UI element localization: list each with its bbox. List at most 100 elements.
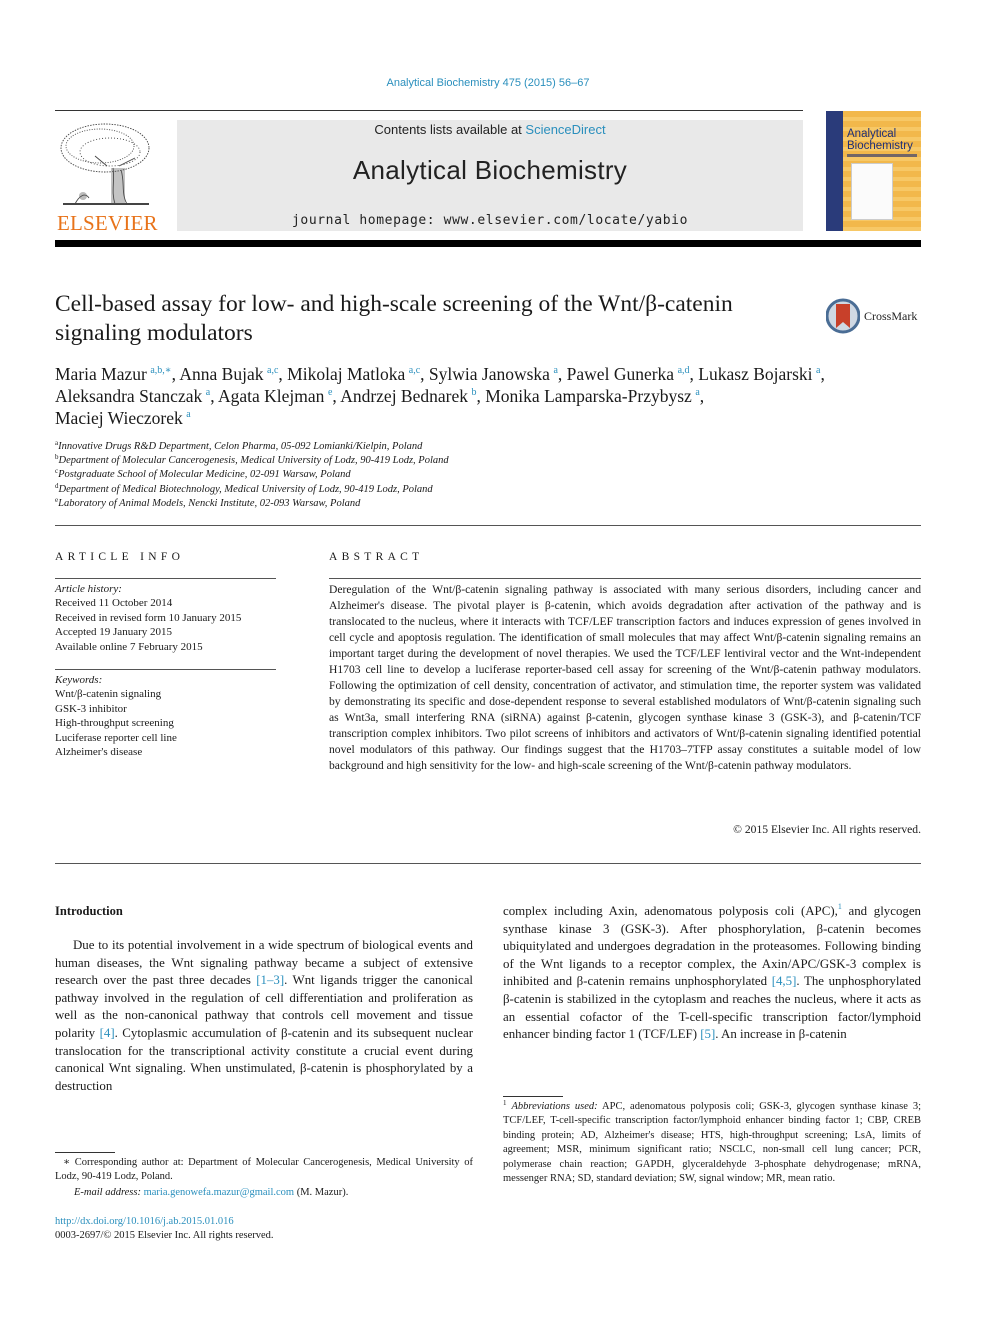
email-suffix: (M. Mazur).	[294, 1187, 349, 1198]
elsevier-tree-icon	[60, 123, 150, 205]
author-list: Maria Mazur a,b,∗, Anna Bujak a,c, Mikol…	[55, 363, 935, 429]
article-history: Article history: Received 11 October 201…	[55, 582, 280, 654]
crossmark-button[interactable]: CrossMark	[826, 298, 926, 334]
cover-title-line1: Analytical	[847, 128, 897, 140]
abbreviations-footnote: 1 Abbreviations used: APC, adenomatous p…	[503, 1100, 921, 1186]
citation-link[interactable]: [5]	[700, 1027, 715, 1041]
issn-copyright: 0003-2697/© 2015 Elsevier Inc. All right…	[55, 1230, 274, 1241]
journal-masthead: Contents lists available at ScienceDirec…	[177, 120, 803, 231]
abstract-body: Deregulation of the Wnt/β-catenin signal…	[329, 583, 921, 772]
cover-title-line2: Biochemistry	[847, 140, 913, 152]
author-name[interactable]: Anna Bujak	[179, 364, 263, 384]
citation-link[interactable]: [4,5]	[772, 974, 797, 988]
section-heading-introduction: Introduction	[55, 904, 123, 918]
affiliation-item: dDepartment of Medical Biotechnology, Me…	[55, 482, 755, 497]
footnote-rule	[55, 1152, 115, 1153]
body-text: complex including Axin, adenomatous poly…	[503, 904, 838, 918]
body-text: . An increase in β-catenin	[715, 1027, 847, 1042]
article-info-heading: ARTICLE INFO	[55, 551, 185, 563]
cover-spine	[826, 111, 843, 231]
history-label: Article history:	[55, 583, 122, 595]
history-item: Available online 7 February 2015	[55, 640, 203, 653]
affiliation-item: eLaboratory of Animal Models, Nencki Ins…	[55, 496, 755, 511]
author-separator: ,	[278, 364, 288, 384]
author-separator: ,	[210, 386, 218, 406]
author-name[interactable]: Lukasz Bojarski	[698, 364, 812, 384]
abstract-copyright: © 2015 Elsevier Inc. All rights reserved…	[733, 823, 921, 836]
email-line: E-mail address: maria.genowefa.mazur@gma…	[74, 1186, 474, 1200]
elsevier-logo[interactable]: ELSEVIER	[55, 118, 158, 236]
article-title: Cell-based assay for low- and high-scale…	[55, 291, 733, 346]
divider	[55, 578, 276, 579]
affiliation-item: aInnovative Drugs R&D Department, Celon …	[55, 440, 755, 454]
keyword-item: Wnt/β-catenin signaling	[55, 688, 162, 701]
email-label: E-mail address:	[74, 1187, 144, 1198]
affiliation-marker[interactable]: a	[186, 409, 190, 420]
divider	[55, 525, 921, 526]
doi-link[interactable]: http://dx.doi.org/10.1016/j.ab.2015.01.0…	[55, 1216, 234, 1227]
history-item: Received in revised form 10 January 2015	[55, 611, 242, 624]
sciencedirect-link[interactable]: ScienceDirect	[525, 122, 605, 137]
author-name[interactable]: Agata Klejman	[218, 386, 324, 406]
keyword-item: GSK-3 inhibitor	[55, 702, 127, 715]
journal-name: Analytical Biochemistry	[352, 155, 628, 185]
author-name[interactable]: Andrzej Bednarek	[340, 386, 468, 406]
journal-homepage[interactable]: journal homepage: www.elsevier.com/locat…	[177, 213, 803, 228]
header-thick-rule	[55, 240, 921, 247]
cover-subtitle	[847, 154, 917, 157]
affiliation-text: Department of Medical Biotechnology, Med…	[58, 483, 433, 495]
affiliation-marker[interactable]: a,c	[267, 365, 278, 376]
affiliation-text: Innovative Drugs R&D Department, Celon P…	[58, 441, 423, 452]
email-link[interactable]: maria.genowefa.mazur@gmail.com	[144, 1187, 294, 1198]
divider	[55, 863, 921, 864]
author-name[interactable]: Maria Mazur	[55, 364, 147, 384]
citation-link[interactable]: [4]	[100, 1026, 115, 1040]
crossmark-icon	[826, 298, 860, 334]
body-text: . Cytoplasmic accumulation of β-catenin …	[55, 1025, 474, 1093]
footnote-marker: 1	[503, 1099, 507, 1107]
affiliation-text: Department of Molecular Cancerogenesis, …	[58, 455, 449, 467]
abstract-heading: ABSTRACT	[329, 551, 424, 563]
author-name[interactable]: Monika Lamparska-Przybysz	[485, 386, 692, 406]
affiliation-list: aInnovative Drugs R&D Department, Celon …	[55, 440, 755, 511]
citation-link[interactable]: [1–3]	[256, 973, 284, 987]
body-column-right: complex including Axin, adenomatous poly…	[503, 903, 921, 1044]
history-item: Received 11 October 2014	[55, 597, 173, 610]
contents-prefix: Contents lists available at	[374, 122, 526, 137]
keyword-item: Luciferase reporter cell line	[55, 731, 177, 744]
affiliation-text: Postgraduate School of Molecular Medicin…	[58, 469, 351, 481]
author-name[interactable]: Maciej Wieczorek	[55, 408, 183, 428]
abbreviations-text: APC, adenomatous polyposis coli; GSK-3, …	[503, 1101, 922, 1185]
divider	[329, 578, 921, 579]
divider	[55, 110, 803, 111]
footnote-rule	[503, 1096, 563, 1097]
affiliation-marker[interactable]: a,b,∗	[150, 365, 171, 376]
affiliation-marker[interactable]: a,c	[409, 365, 420, 376]
body-column-left: Due to its potential involvement in a wi…	[55, 937, 473, 1095]
keyword-item: High-throughput screening	[55, 717, 174, 730]
author-separator: ,	[557, 364, 567, 384]
cover-title: Analytical Biochemistry	[847, 128, 913, 152]
affiliation-marker[interactable]: a,d	[678, 365, 690, 376]
keyword-item: Alzheimer's disease	[55, 746, 143, 759]
author-separator: ,	[420, 364, 429, 384]
author-name[interactable]: Pawel Gunerka	[567, 364, 674, 384]
author-separator: ,	[699, 386, 705, 406]
divider	[55, 669, 276, 670]
keywords-label: Keywords:	[55, 674, 103, 686]
journal-cover-image[interactable]: Analytical Biochemistry	[826, 111, 921, 231]
author-name[interactable]: Mikolaj Matloka	[287, 364, 405, 384]
affiliation-item: cPostgraduate School of Molecular Medici…	[55, 468, 755, 482]
cover-figure	[851, 163, 893, 220]
running-header[interactable]: Analytical Biochemistry 475 (2015) 56–67	[0, 77, 976, 89]
affiliation-item: bDepartment of Molecular Cancerogenesis,…	[55, 454, 755, 468]
crossmark-label: CrossMark	[864, 309, 918, 323]
affiliation-text: Laboratory of Animal Models, Nencki Inst…	[58, 497, 361, 509]
author-separator: ,	[820, 364, 825, 384]
contents-line: Contents lists available at ScienceDirec…	[177, 122, 803, 137]
author-name[interactable]: Sylwia Janowska	[429, 364, 550, 384]
abbreviations-label: Abbreviations used:	[511, 1101, 598, 1112]
keywords: Keywords: Wnt/β-catenin signaling GSK-3 …	[55, 673, 280, 759]
author-name[interactable]: Aleksandra Stanczak	[55, 386, 202, 406]
author-separator: ,	[476, 386, 486, 406]
